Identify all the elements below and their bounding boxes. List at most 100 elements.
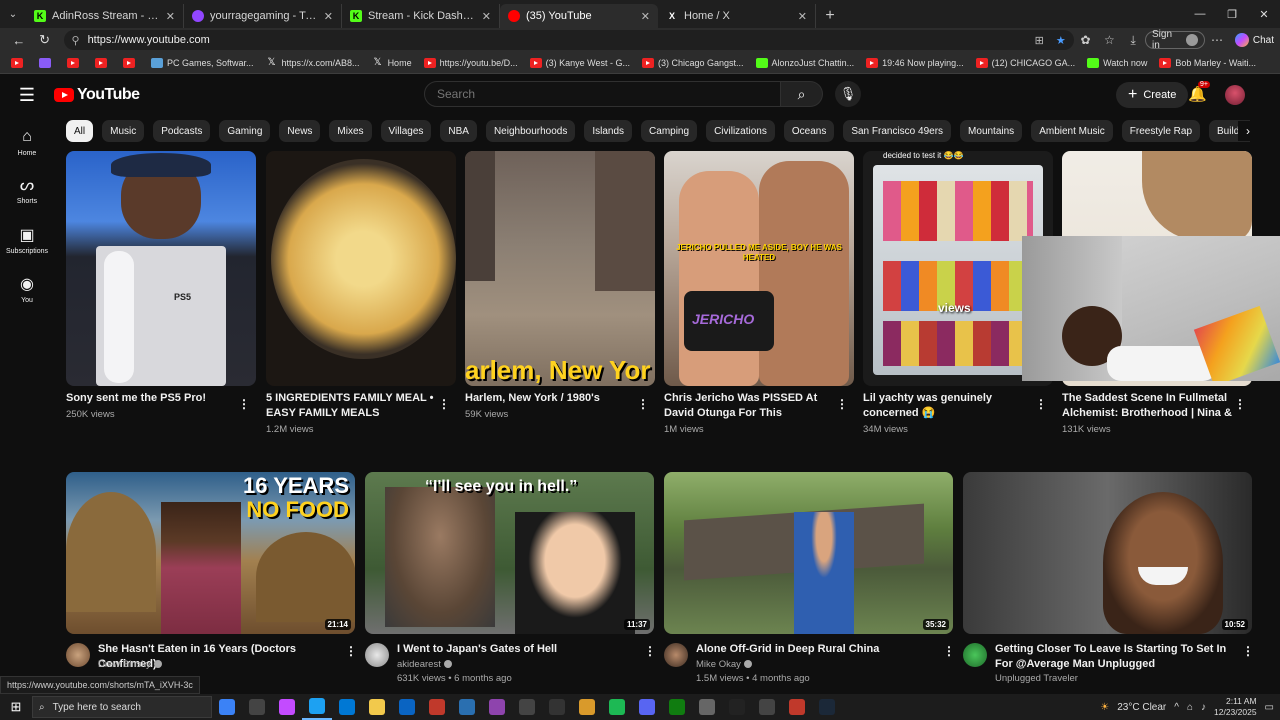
video-card[interactable]: 35:32 Alone Off-Grid in Deep Rural China… (664, 472, 955, 684)
chip-gaming[interactable]: Gaming (219, 120, 271, 142)
video-card[interactable]: 10:52 Getting Closer To Leave Is Startin… (963, 472, 1255, 685)
channel-avatar[interactable] (365, 643, 389, 667)
video-title[interactable]: Sony sent me the PS5 Pro! (66, 391, 236, 406)
taskbar-app[interactable] (242, 694, 272, 720)
channel-avatar[interactable] (664, 643, 688, 667)
sign-in-button[interactable]: Sign in (1145, 29, 1206, 51)
chip-mountains[interactable]: Mountains (960, 120, 1023, 142)
back-icon[interactable]: ← (6, 29, 32, 51)
video-title[interactable]: 5 INGREDIENTS FAMILY MEAL • EASY FAMILY … (266, 391, 436, 421)
chip-oceans[interactable]: Oceans (783, 120, 835, 142)
more-actions-icon[interactable]: ⋮ (438, 397, 450, 411)
taskbar-app[interactable] (692, 694, 722, 720)
bookmark-item[interactable]: (3) Kanye West - G... (527, 57, 633, 68)
bookmark-item[interactable] (36, 57, 58, 68)
extensions-icon[interactable]: ✿ (1074, 33, 1098, 47)
video-title[interactable]: Lil yachty was genuinely concerned 😭 (863, 391, 1033, 421)
video-card[interactable]: 16 YEARS NO FOOD 21:14 She Hasn't Eaten … (66, 472, 357, 682)
taskbar-app[interactable] (452, 694, 482, 720)
chip-civilizations[interactable]: Civilizations (706, 120, 775, 142)
short-thumbnail[interactable]: PS5 (66, 151, 256, 386)
more-actions-icon[interactable]: ⋮ (644, 644, 656, 658)
windows-start-icon[interactable]: ⊞ (0, 699, 32, 715)
taskbar-app[interactable] (302, 694, 332, 720)
tab-close-icon[interactable]: ✕ (641, 10, 650, 23)
taskbar-app[interactable] (212, 694, 242, 720)
bookmark-item[interactable]: Watch now (1084, 57, 1150, 68)
sidebar-item-shorts[interactable]: ᔕ Shorts (0, 176, 54, 205)
video-thumbnail[interactable]: 35:32 (664, 472, 953, 634)
tab-kick-dashboard[interactable]: K Stream - Kick Dashboard ✕ (342, 4, 500, 28)
chip-all[interactable]: All (66, 120, 94, 142)
tab-close-icon[interactable]: ✕ (798, 10, 807, 23)
channel-name[interactable]: Drew Binsky (98, 658, 162, 671)
close-window-icon[interactable]: ✕ (1248, 0, 1280, 28)
taskbar-app[interactable] (662, 694, 692, 720)
clock[interactable]: 2:11 AM 12/23/2025 (1214, 696, 1257, 718)
short-thumbnail[interactable]: arlem, New Yor (465, 151, 655, 386)
video-card[interactable]: “I'll see you in hell.” 11:37 I Went to … (365, 472, 656, 684)
minimize-icon[interactable]: — (1184, 0, 1216, 28)
chip-islands[interactable]: Islands (584, 120, 633, 142)
video-thumbnail[interactable]: “I'll see you in hell.” 11:37 (365, 472, 654, 634)
video-thumbnail[interactable]: 10:52 (963, 472, 1252, 634)
video-title[interactable]: Harlem, New York / 1980's (465, 391, 635, 406)
video-title[interactable]: The Saddest Scene In Fullmetal Alchemist… (1062, 391, 1232, 421)
channel-name[interactable]: akidearest (397, 658, 452, 671)
user-avatar[interactable] (1225, 85, 1245, 105)
tab-twitch[interactable]: yourragegaming - Twitch ✕ (184, 4, 342, 28)
chip-news[interactable]: News (279, 120, 321, 142)
copilot-chat-button[interactable]: Chat (1234, 33, 1274, 47)
bookmark-item[interactable]: https://youtu.be/D... (421, 57, 521, 68)
voice-search-button[interactable]: 🎙 (835, 81, 861, 107)
more-menu-icon[interactable]: ⋯ (1205, 33, 1229, 47)
url-input[interactable]: ⚲ https://www.youtube.com ⊞ ★ (63, 30, 1074, 50)
chip-ambient-music[interactable]: Ambient Music (1031, 120, 1113, 142)
create-button[interactable]: + Create (1116, 82, 1189, 108)
more-actions-icon[interactable]: ⋮ (238, 397, 250, 411)
short-card[interactable]: JERICHO PULLED ME ASIDE, BOY HE WAS HEAT… (664, 151, 854, 436)
video-title[interactable]: I Went to Japan's Gates of Hell (397, 642, 642, 657)
more-actions-icon[interactable]: ⋮ (836, 397, 848, 411)
short-card[interactable]: arlem, New Yor Harlem, New York / 1980's… (465, 151, 655, 421)
video-thumbnail[interactable]: 16 YEARS NO FOOD 21:14 (66, 472, 355, 634)
video-title[interactable]: Chris Jericho Was PISSED At David Otunga… (664, 391, 834, 421)
bookmark-item[interactable] (120, 57, 142, 68)
taskbar-app[interactable] (602, 694, 632, 720)
sidebar-item-you[interactable]: ◉ You (0, 275, 54, 304)
channel-avatar[interactable] (963, 643, 987, 667)
taskbar-app[interactable] (782, 694, 812, 720)
more-actions-icon[interactable]: ⋮ (1035, 397, 1047, 411)
network-icon[interactable]: ⌂ (1187, 702, 1193, 713)
apps-icon[interactable]: ⊞ (1035, 34, 1044, 47)
tab-close-icon[interactable]: ✕ (324, 10, 333, 23)
chip-mixes[interactable]: Mixes (329, 120, 372, 142)
taskbar-app[interactable] (482, 694, 512, 720)
channel-name[interactable]: Unplugged Traveler (995, 672, 1078, 685)
chip-freestyle-rap[interactable]: Freestyle Rap (1121, 120, 1201, 142)
chip-camping[interactable]: Camping (641, 120, 698, 142)
chip-neighbourhoods[interactable]: Neighbourhoods (485, 120, 576, 142)
taskbar-app[interactable] (512, 694, 542, 720)
chip-san-francisco-49ers[interactable]: San Francisco 49ers (843, 120, 952, 142)
tab-x-home[interactable]: X Home / X ✕ (658, 4, 816, 28)
site-info-icon[interactable]: ⚲ (72, 34, 80, 47)
taskbar-app[interactable] (632, 694, 662, 720)
sidebar-item-subscriptions[interactable]: ▣ Subscriptions (0, 226, 54, 255)
bookmark-item[interactable]: (3) Chicago Gangst... (639, 57, 747, 68)
short-thumbnail[interactable]: JERICHO PULLED ME ASIDE, BOY HE WAS HEAT… (664, 151, 854, 386)
taskbar-search-input[interactable]: ⌕ Type here to search (32, 696, 212, 718)
chip-villages[interactable]: Villages (380, 120, 432, 142)
favorites-icon[interactable]: ☆ (1097, 33, 1121, 47)
video-title[interactable]: Getting Closer To Leave Is Starting To S… (995, 642, 1240, 672)
bookmark-item[interactable] (64, 57, 86, 68)
taskbar-app[interactable] (272, 694, 302, 720)
tab-youtube[interactable]: (35) YouTube ✕ (500, 4, 658, 28)
chips-next-chevron-icon[interactable]: › (1238, 121, 1258, 141)
taskbar-app[interactable] (572, 694, 602, 720)
weather-text[interactable]: 23°C Clear (1117, 702, 1166, 713)
bookmark-item[interactable]: PC Games, Softwar... (148, 57, 257, 68)
bookmark-item[interactable]: (12) CHICAGO GA... (973, 57, 1079, 68)
new-tab-button[interactable]: + (816, 4, 844, 28)
taskbar-app[interactable] (362, 694, 392, 720)
